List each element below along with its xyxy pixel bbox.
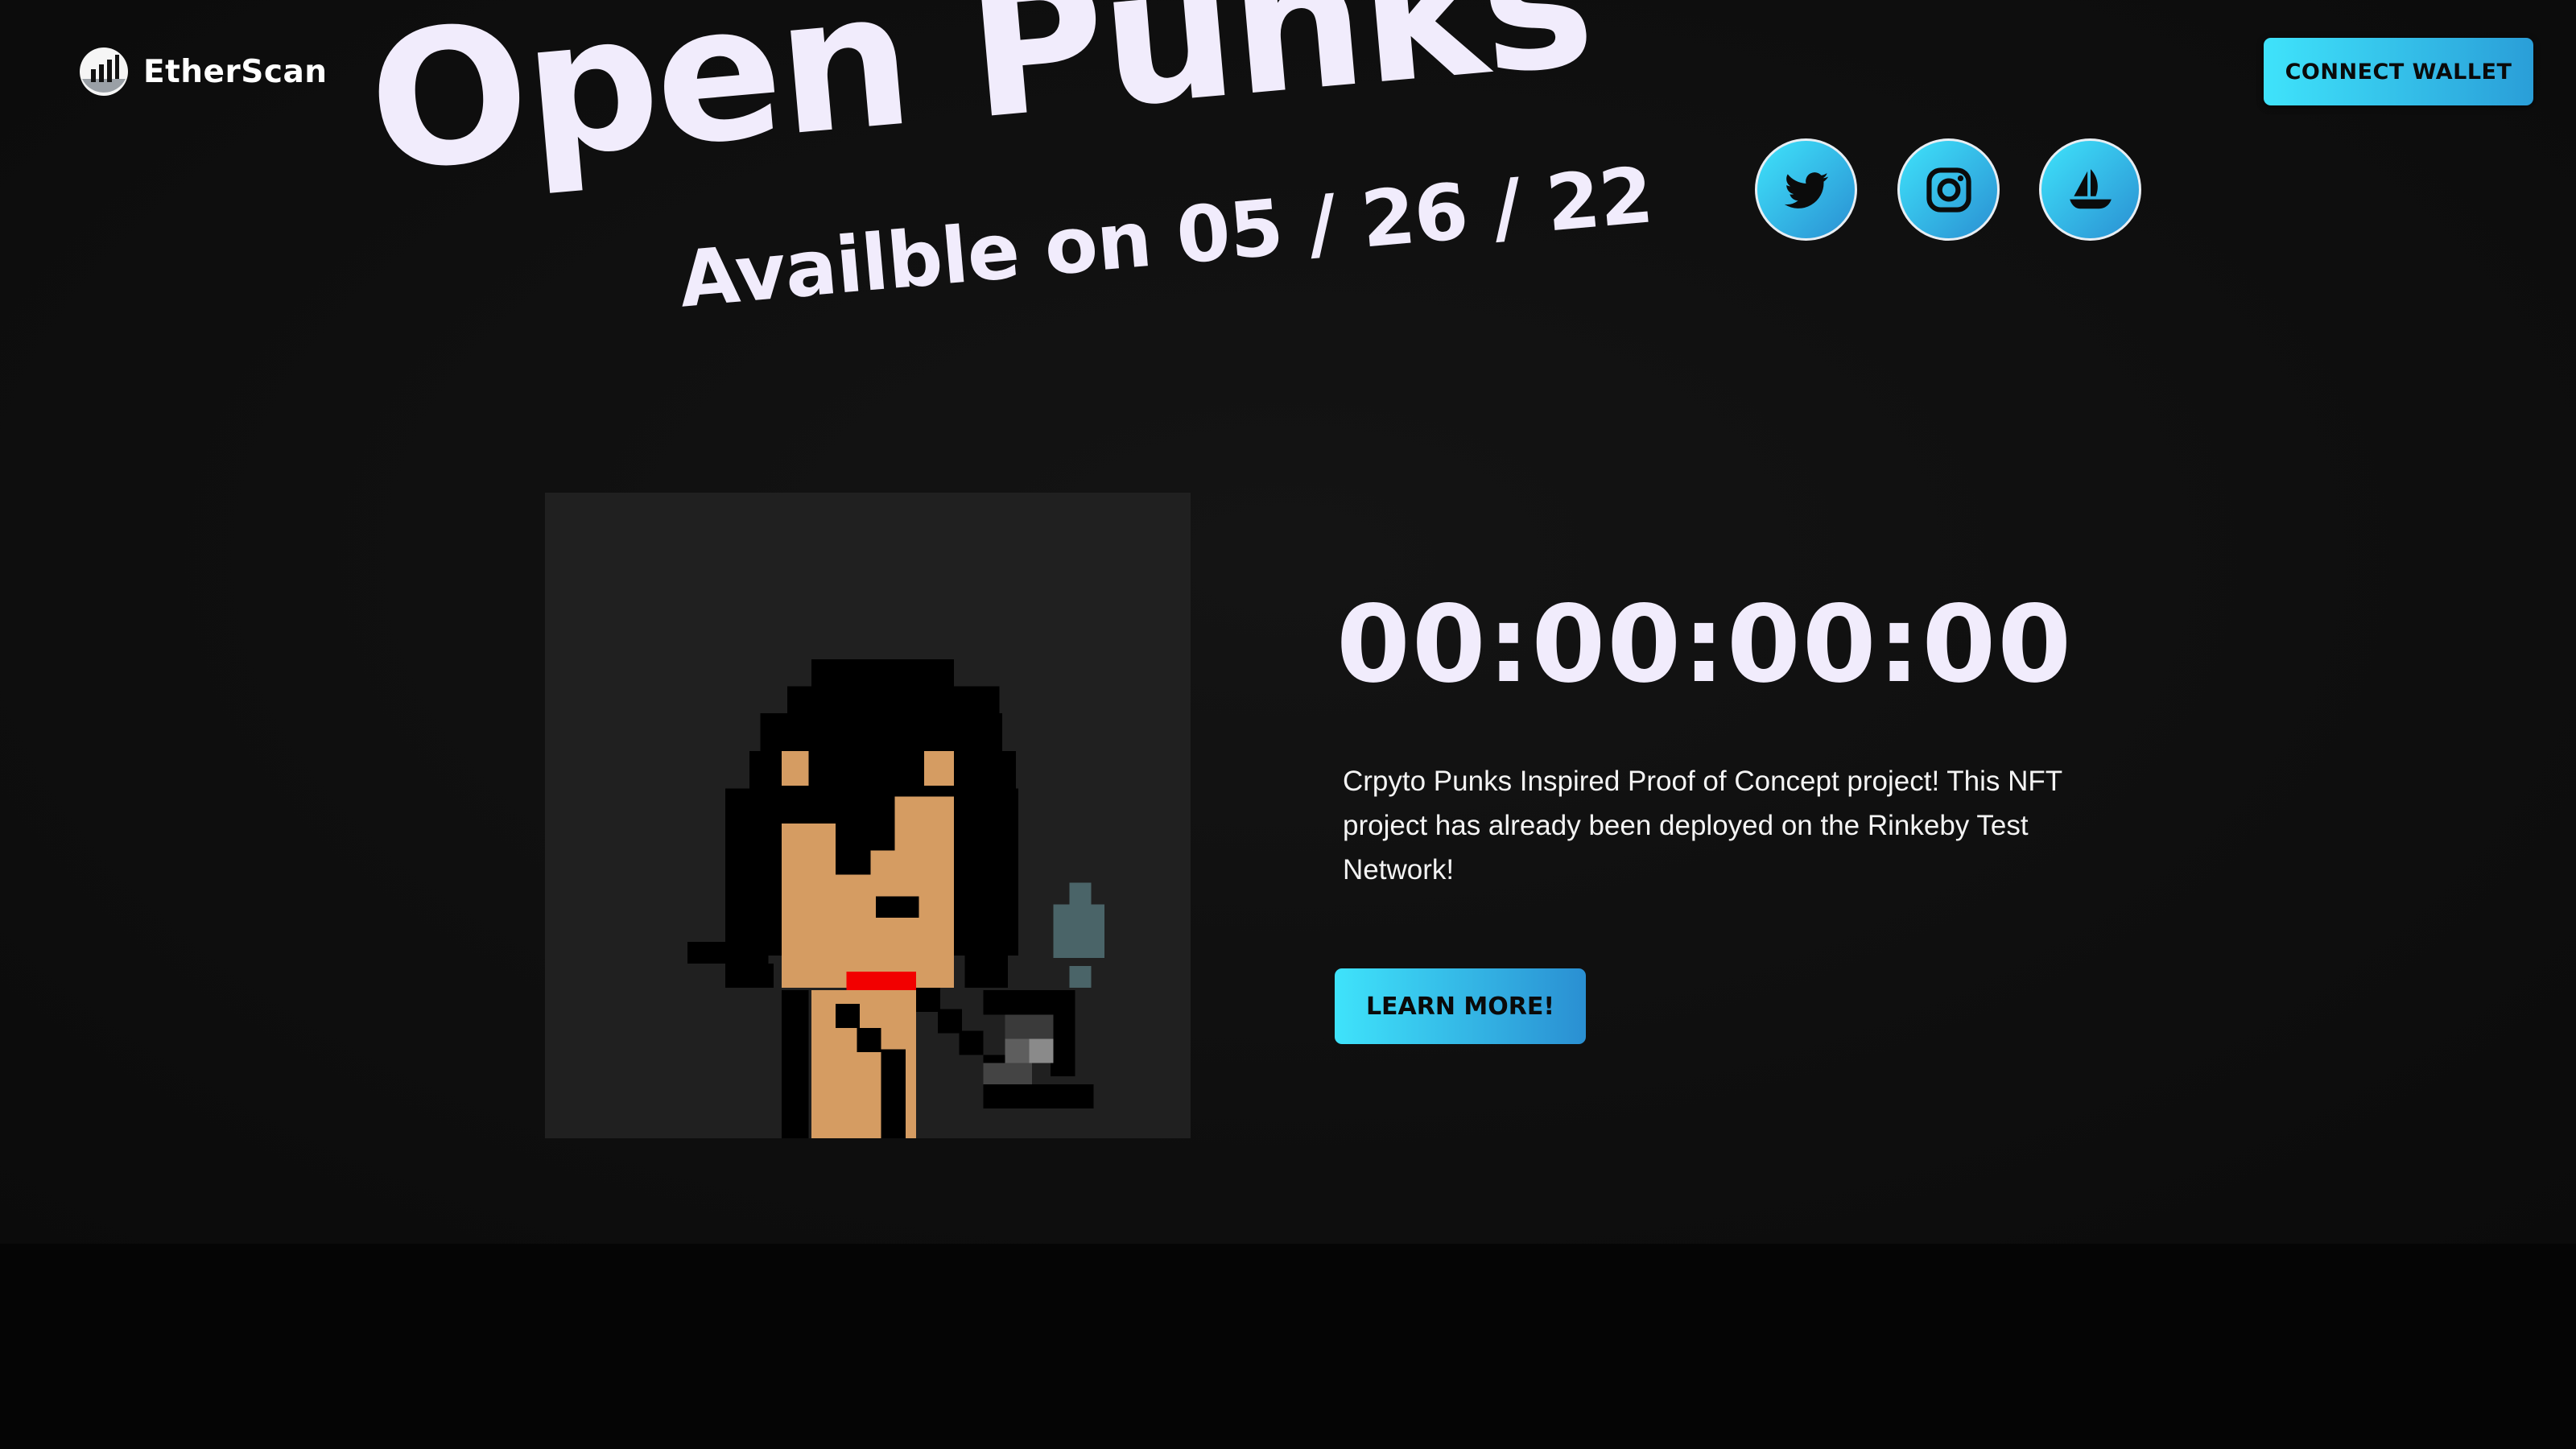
instagram-link[interactable] bbox=[1897, 138, 2000, 241]
project-description: Crpyto Punks Inspired Proof of Concept p… bbox=[1343, 766, 2062, 886]
learn-more-button[interactable]: LEARN MORE! bbox=[1335, 968, 1586, 1044]
etherscan-logo-link[interactable]: EtherScan bbox=[79, 47, 328, 97]
connect-wallet-button[interactable]: CONNECT WALLET bbox=[2264, 38, 2533, 105]
opensea-icon bbox=[2069, 168, 2112, 208]
countdown-timer: 00:00:00:00 bbox=[1336, 583, 2074, 707]
punk-pixel-art bbox=[545, 493, 1191, 1138]
instagram-icon bbox=[1926, 167, 1971, 213]
opensea-link[interactable] bbox=[2039, 138, 2141, 241]
brand-name: EtherScan bbox=[143, 53, 328, 90]
footer-band bbox=[0, 1244, 2576, 1449]
etherscan-logo-icon bbox=[80, 47, 128, 96]
twitter-link[interactable] bbox=[1755, 138, 1857, 241]
twitter-icon bbox=[1784, 171, 1828, 208]
punk-nft-image bbox=[545, 493, 1191, 1138]
